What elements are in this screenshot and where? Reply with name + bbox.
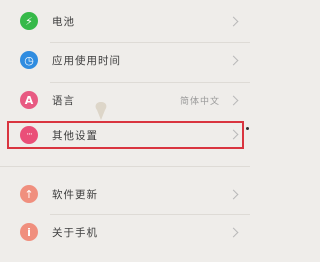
chevron-right-icon bbox=[228, 16, 239, 27]
settings-item-battery[interactable]: ⚡ 电池 bbox=[0, 6, 250, 36]
chevron-right-icon bbox=[228, 55, 239, 66]
settings-item-software-update[interactable]: ↑ 软件更新 bbox=[0, 180, 250, 210]
divider bbox=[50, 82, 250, 83]
chevron-right-icon bbox=[228, 95, 239, 106]
lightning-icon: ⚡ bbox=[20, 12, 38, 30]
settings-item-label: 语言 bbox=[52, 95, 75, 107]
divider bbox=[50, 42, 250, 43]
settings-item-label: 应用使用时间 bbox=[52, 55, 121, 67]
settings-item-label: 关于手机 bbox=[52, 227, 98, 239]
settings-item-label: 软件更新 bbox=[52, 189, 98, 201]
marker-dot bbox=[246, 127, 249, 130]
settings-item-app-usage-time[interactable]: ◷ 应用使用时间 bbox=[0, 46, 250, 76]
chevron-right-icon bbox=[228, 227, 239, 238]
language-value: 简体中文 bbox=[179, 97, 220, 107]
section-divider bbox=[0, 166, 250, 167]
chevron-right-icon bbox=[228, 189, 239, 200]
clock-icon: ◷ bbox=[20, 51, 38, 69]
settings-item-about-phone[interactable]: i 关于手机 bbox=[0, 218, 250, 248]
settings-item-label: 电池 bbox=[52, 16, 75, 28]
settings-item-language[interactable]: A 语言 简体中文 bbox=[0, 86, 250, 116]
arrow-up-icon: ↑ bbox=[20, 185, 38, 203]
watermark-pin-icon bbox=[95, 102, 107, 120]
info-icon: i bbox=[20, 223, 38, 241]
selection-highlight-box bbox=[7, 121, 244, 149]
language-a-icon: A bbox=[20, 91, 38, 109]
divider bbox=[50, 214, 250, 215]
